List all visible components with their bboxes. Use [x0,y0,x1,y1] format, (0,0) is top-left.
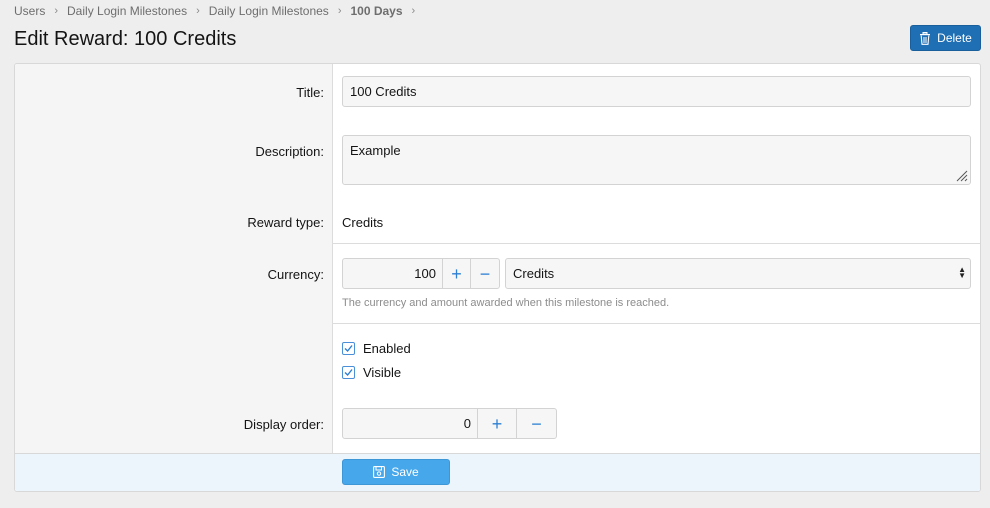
visible-checkbox-row[interactable]: Visible [342,365,401,380]
description-textarea[interactable]: Example [342,135,971,185]
chevron-right-icon: › [337,5,342,17]
display-order-input[interactable]: 0 [343,409,478,438]
currency-hint: The currency and amount awarded when thi… [342,297,670,309]
reward-type-value: Credits [342,215,384,230]
currency-amount-stepper: 100 + − [342,258,500,289]
breadcrumb: Users › Daily Login Milestones › Daily L… [14,4,424,18]
save-button[interactable]: Save [342,459,450,485]
chevron-right-icon: › [411,5,416,17]
decrement-button[interactable]: − [471,259,499,288]
increment-button[interactable]: + [443,259,471,288]
select-arrows-icon: ▲ ▼ [958,265,966,280]
form-submit-row: Save [15,453,980,491]
save-icon [373,466,386,478]
chevron-right-icon: › [54,5,59,17]
trash-icon [920,31,931,45]
title-input[interactable]: 100 Credits [342,76,971,107]
save-label: Save [391,465,419,479]
decrement-button[interactable]: − [517,409,556,438]
breadcrumb-item-users[interactable]: Users [14,4,45,18]
breadcrumb-item-100-days[interactable]: 100 Days [350,4,402,18]
breadcrumb-item-daily-login-milestones-sub[interactable]: Daily Login Milestones [209,4,329,18]
check-icon [344,345,353,353]
enabled-checkbox[interactable] [342,342,355,355]
divider [333,323,980,324]
display-order-stepper: 0 + − [342,408,557,439]
breadcrumb-item-daily-login-milestones[interactable]: Daily Login Milestones [67,4,187,18]
enabled-checkbox-row[interactable]: Enabled [342,341,411,356]
enabled-label: Enabled [363,341,411,356]
label-column [15,64,333,454]
chevron-right-icon: › [196,5,200,17]
page-title: Edit Reward: 100 Credits [14,28,237,50]
currency-label: Currency: [267,267,324,282]
check-icon [344,369,353,377]
description-text: Example [350,143,401,158]
currency-select[interactable]: Credits ▲ ▼ [505,258,971,289]
title-label: Title: [296,85,324,100]
display-order-label: Display order: [243,417,324,432]
delete-label: Delete [937,31,972,45]
divider [333,243,980,244]
reward-type-label: Reward type: [247,215,324,230]
visible-label: Visible [363,365,402,380]
edit-reward-form: Title: 100 Credits Description: Example … [14,63,981,492]
currency-amount-input[interactable]: 100 [343,259,443,288]
description-label: Description: [255,144,324,159]
increment-button[interactable]: + [478,409,517,438]
currency-select-value: Credits [513,266,555,281]
visible-checkbox[interactable] [342,366,355,379]
delete-button[interactable]: Delete [910,25,981,51]
resize-grip-icon[interactable] [955,169,968,182]
